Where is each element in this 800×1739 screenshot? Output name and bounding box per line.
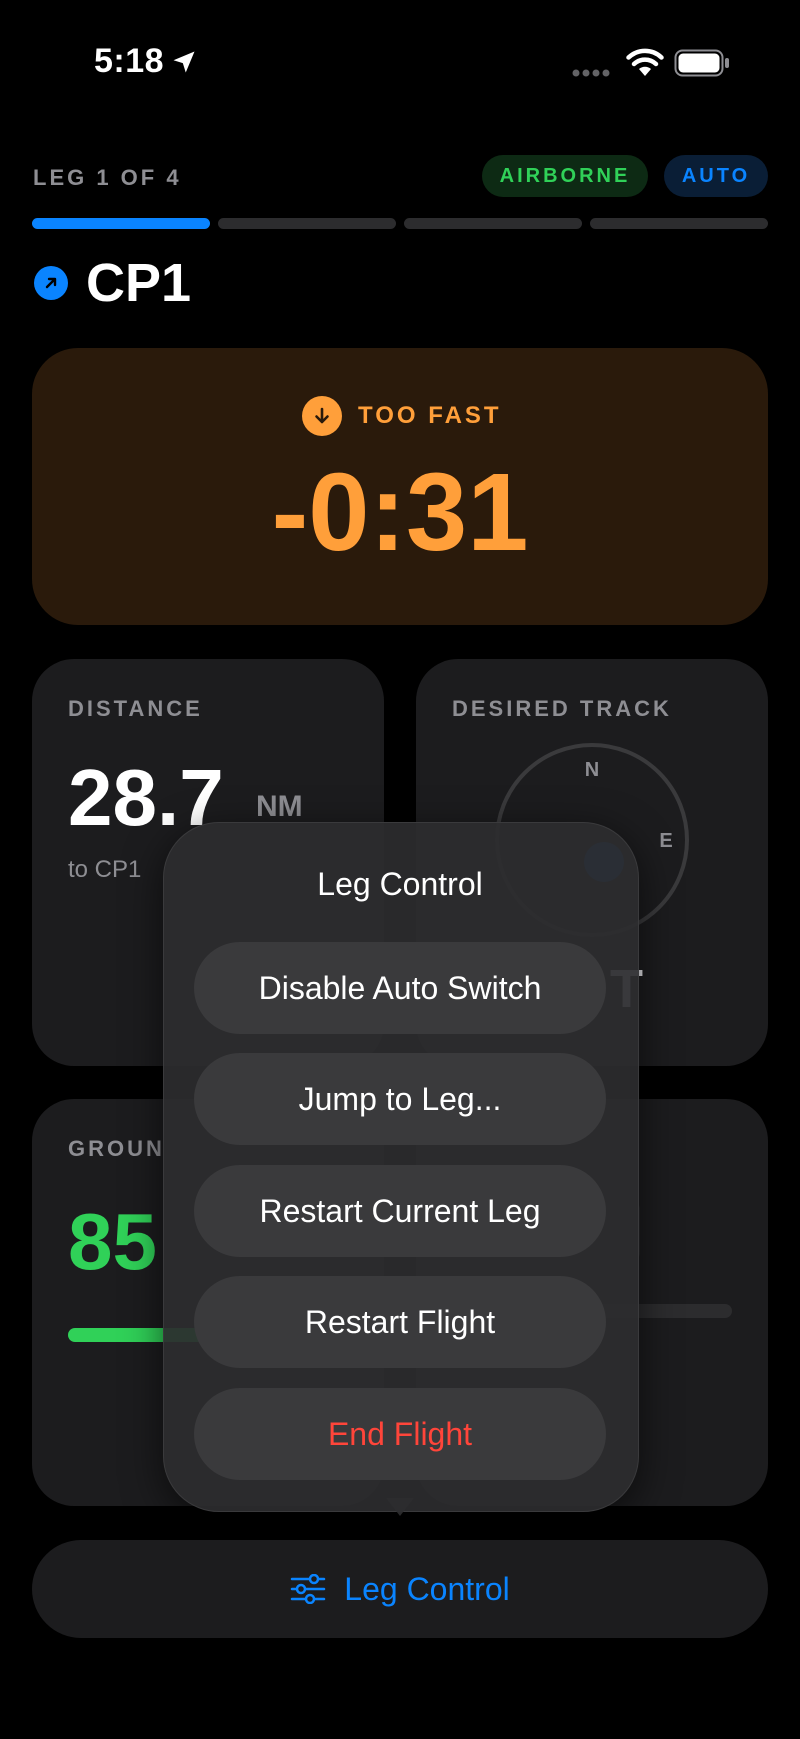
end-flight-button[interactable]: End Flight	[194, 1388, 606, 1480]
leg-progress-segment-2	[218, 218, 396, 229]
leg-progress-segment-1	[32, 218, 210, 229]
leg-control-button[interactable]: Leg Control	[32, 1540, 768, 1638]
auto-badge: AUTO	[664, 155, 768, 197]
disable-auto-switch-button[interactable]: Disable Auto Switch	[194, 942, 606, 1034]
wifi-icon	[626, 48, 664, 76]
distance-unit: NM	[256, 790, 303, 823]
sliders-icon	[291, 1574, 326, 1604]
distance-label: DISTANCE	[68, 696, 203, 721]
leg-progress-segment-3	[404, 218, 582, 229]
desired-track-label: DESIRED TRACK	[452, 696, 672, 721]
jump-to-leg-button[interactable]: Jump to Leg...	[194, 1053, 606, 1145]
leg-progress-label: LEG 1 OF 4	[33, 165, 182, 190]
battery-icon	[674, 49, 729, 77]
location-arrow-icon	[173, 51, 195, 73]
menu-pointer	[386, 1498, 414, 1516]
arrow-up-right-icon	[34, 266, 68, 300]
checkpoint-title: CP1	[86, 253, 192, 313]
compass-north-label: N	[585, 759, 599, 781]
menu-title: Leg Control	[317, 866, 483, 902]
airborne-badge: AIRBORNE	[482, 155, 648, 197]
status-time: 5:18	[94, 42, 165, 80]
ground-speed-value: 85	[68, 1197, 157, 1286]
leg-control-button-label: Leg Control	[344, 1570, 510, 1607]
timing-status: TOO FAST	[358, 402, 502, 429]
restart-flight-button[interactable]: Restart Flight	[194, 1276, 606, 1368]
ground-speed-label: GROUN	[68, 1136, 165, 1161]
restart-current-leg-button[interactable]: Restart Current Leg	[194, 1165, 606, 1257]
distance-target: to CP1	[68, 856, 142, 883]
compass-east-label: E	[659, 830, 672, 852]
timing-delta: -0:31	[271, 451, 529, 574]
leg-progress-segment-4	[590, 218, 768, 229]
cellular-signal-icon	[572, 69, 610, 77]
arrow-down-icon	[302, 396, 342, 436]
